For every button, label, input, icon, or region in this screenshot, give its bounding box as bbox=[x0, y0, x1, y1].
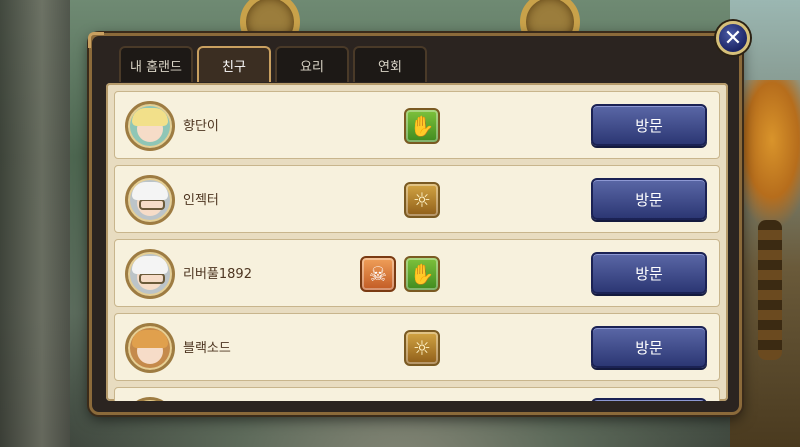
panel-corner-ornament bbox=[88, 32, 104, 48]
friend-row: 블랙소드 ☼ 방문 bbox=[114, 313, 720, 381]
friend-name: 향단이 bbox=[183, 119, 219, 134]
tab-banquet[interactable]: 연회 bbox=[353, 46, 427, 82]
friend-row bbox=[114, 387, 720, 401]
visit-button[interactable]: 방문 bbox=[591, 252, 707, 294]
green-hand-icon: ✋ bbox=[404, 108, 440, 144]
tab-my-homeland[interactable]: 내 홈랜드 bbox=[119, 46, 193, 82]
visit-button[interactable]: 방문 bbox=[591, 104, 707, 146]
friend-avatar[interactable] bbox=[125, 249, 175, 299]
background-chain bbox=[758, 220, 782, 360]
tab-cooking[interactable]: 요리 bbox=[275, 46, 349, 82]
friend-avatar[interactable] bbox=[125, 101, 175, 151]
friends-panel: 내 홈랜드 친구 요리 연회 향단이 ✋ 방문 인젝터 ☼ 방문 리버풀1892… bbox=[88, 32, 742, 415]
background-pillar bbox=[0, 0, 70, 447]
friend-row: 향단이 ✋ 방문 bbox=[114, 91, 720, 159]
close-icon: ✕ bbox=[723, 25, 743, 51]
friend-avatar[interactable] bbox=[125, 323, 175, 373]
visit-button[interactable]: 방문 bbox=[591, 326, 707, 368]
friend-row: 인젝터 ☼ 방문 bbox=[114, 165, 720, 233]
visit-button[interactable]: 방문 bbox=[591, 178, 707, 220]
friend-name: 인젝터 bbox=[183, 193, 219, 208]
friend-name: 블랙소드 bbox=[183, 341, 231, 356]
gold-spiral-icon: ☼ bbox=[404, 330, 440, 366]
tab-bar: 내 홈랜드 친구 요리 연회 bbox=[119, 46, 427, 82]
friend-list[interactable]: 향단이 ✋ 방문 인젝터 ☼ 방문 리버풀1892 ☠ ✋ 방문 블랙소드 ☼ … bbox=[106, 83, 728, 401]
visit-button[interactable] bbox=[591, 398, 707, 401]
friend-name: 리버풀1892 bbox=[183, 267, 252, 282]
orange-skull-icon: ☠ bbox=[360, 256, 396, 292]
friend-avatar[interactable] bbox=[125, 175, 175, 225]
friend-row: 리버풀1892 ☠ ✋ 방문 bbox=[114, 239, 720, 307]
friend-avatar[interactable] bbox=[125, 397, 175, 401]
green-hand-icon: ✋ bbox=[404, 256, 440, 292]
gold-spiral-icon: ☼ bbox=[404, 182, 440, 218]
tab-friends[interactable]: 친구 bbox=[197, 46, 271, 82]
close-button[interactable]: ✕ bbox=[716, 21, 750, 55]
